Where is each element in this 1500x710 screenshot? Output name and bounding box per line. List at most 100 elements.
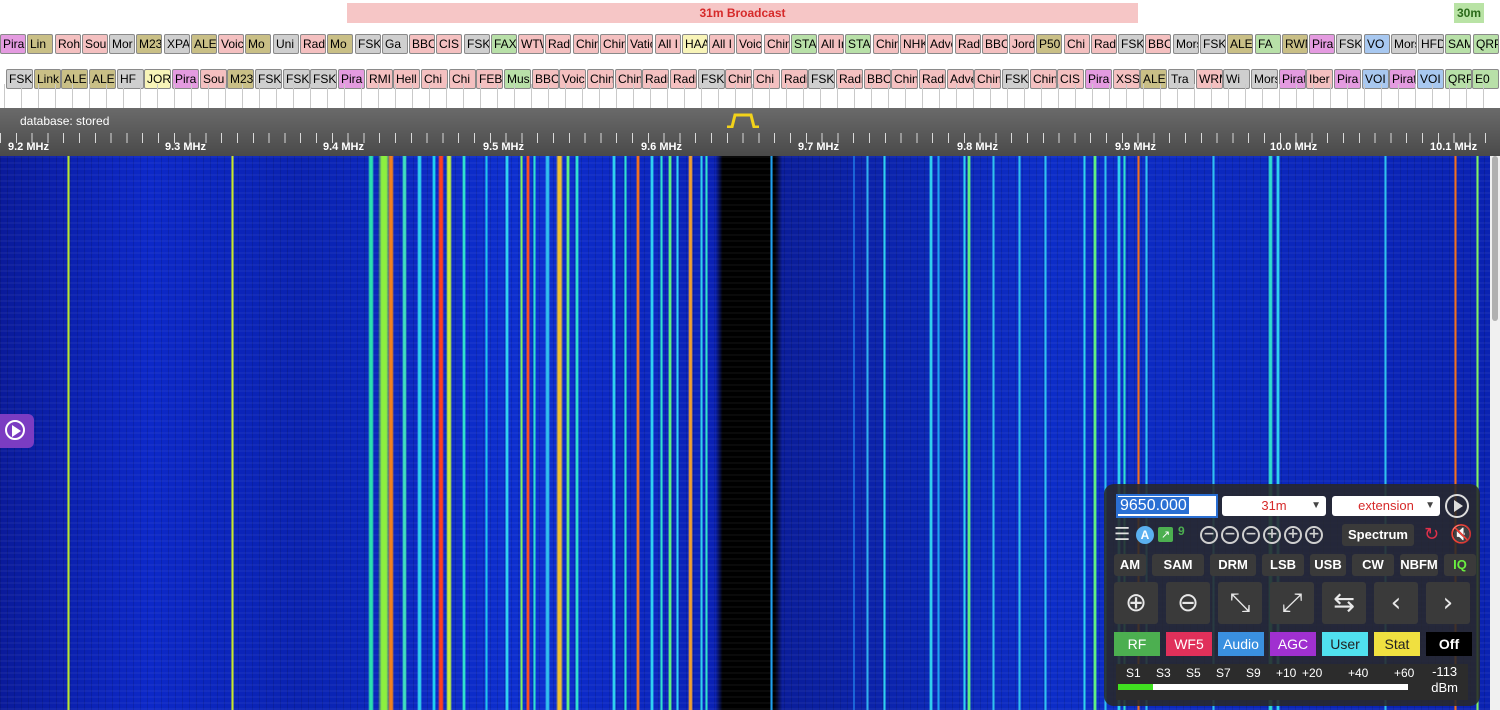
station-label[interactable]: Roh — [55, 34, 81, 54]
station-label[interactable]: HAAR — [682, 34, 708, 54]
passband-icon[interactable] — [726, 112, 760, 128]
zoom-out-magnifier-icon[interactable]: ⊖ — [1166, 582, 1210, 624]
band-bar-31m[interactable]: 31m Broadcast — [347, 3, 1138, 23]
station-label[interactable]: Pira — [1309, 34, 1335, 54]
station-label[interactable]: Radi — [1091, 34, 1117, 54]
station-label[interactable]: NHK — [900, 34, 926, 54]
station-label[interactable]: FA — [1255, 34, 1281, 54]
chevron-right-icon[interactable]: › — [1426, 582, 1470, 624]
station-label[interactable]: Chi — [1064, 34, 1090, 54]
zoom-in-small-icon[interactable]: + — [1263, 526, 1281, 544]
compress-icon[interactable]: ⤡ — [1218, 582, 1262, 624]
station-label[interactable]: P50 — [1036, 34, 1062, 54]
station-label[interactable]: XPA — [164, 34, 190, 54]
station-label[interactable]: China — [873, 34, 899, 54]
tab-agc[interactable]: AGC — [1270, 632, 1316, 656]
band-select[interactable]: 31m ▼ — [1222, 496, 1326, 516]
zoom-out-small-icon[interactable]: − — [1242, 526, 1260, 544]
extension-select[interactable]: extension ▼ — [1332, 496, 1440, 516]
station-label[interactable]: Radi — [300, 34, 326, 54]
station-label[interactable]: Vatic — [627, 34, 653, 54]
station-label[interactable]: FSK — [1336, 34, 1362, 54]
station-label[interactable]: SAM — [1445, 34, 1471, 54]
station-label[interactable]: BBC — [982, 34, 1008, 54]
zoom-in-max-icon[interactable]: + — [1305, 526, 1323, 544]
station-label[interactable]: Radi — [955, 34, 981, 54]
chevron-left-icon[interactable]: ‹ — [1374, 582, 1418, 624]
station-label[interactable]: China — [573, 34, 599, 54]
zoom-in-icon[interactable]: + — [1284, 526, 1302, 544]
refresh-icon[interactable]: ↻ — [1424, 524, 1439, 546]
station-label[interactable]: Voic — [218, 34, 244, 54]
mode-button-iq[interactable]: IQ — [1444, 554, 1476, 576]
station-label[interactable]: Mo — [327, 34, 353, 54]
mode-button-nbfm[interactable]: NBFM — [1400, 554, 1438, 576]
mode-button-sam[interactable]: SAM — [1152, 554, 1204, 576]
station-label[interactable]: Adve — [927, 34, 953, 54]
station-label[interactable]: CIS — [436, 34, 462, 54]
station-label[interactable]: Uni — [273, 34, 299, 54]
station-label[interactable]: Jord — [1009, 34, 1035, 54]
station-label[interactable]: Voice — [736, 34, 762, 54]
mute-icon[interactable]: 🔇 — [1450, 524, 1472, 546]
station-label[interactable]: STA — [791, 34, 817, 54]
station-label[interactable]: ALE — [1227, 34, 1253, 54]
tab-stat[interactable]: Stat — [1374, 632, 1420, 656]
tab-rf[interactable]: RF — [1114, 632, 1160, 656]
station-label[interactable]: VO — [1364, 34, 1390, 54]
station-label[interactable]: WTWW — [518, 34, 544, 54]
station-label[interactable]: All In — [818, 34, 844, 54]
station-label[interactable]: Mors — [1173, 34, 1199, 54]
station-label[interactable]: RWM — [1282, 34, 1308, 54]
scrollbar-thumb[interactable] — [1492, 156, 1498, 321]
station-label[interactable]: China — [600, 34, 626, 54]
station-label[interactable]: QRP — [1473, 34, 1499, 54]
spectrum-button[interactable]: Spectrum — [1342, 524, 1414, 546]
station-label[interactable]: Mo — [245, 34, 271, 54]
menu-icon[interactable]: ☰ — [1114, 524, 1130, 546]
station-label[interactable]: Pira — [0, 34, 26, 54]
station-label[interactable]: Mor — [109, 34, 135, 54]
zoom-out-icon[interactable]: − — [1221, 526, 1239, 544]
station-label[interactable]: All I — [655, 34, 681, 54]
mode-button-drm[interactable]: DRM — [1210, 554, 1256, 576]
play-button[interactable] — [1445, 494, 1469, 518]
expand-icon[interactable]: ⤢ — [1270, 582, 1314, 624]
station-label[interactable]: Chin — [764, 34, 790, 54]
a-badge[interactable]: A — [1136, 526, 1154, 544]
vertical-scrollbar[interactable] — [1490, 156, 1500, 710]
zoom-out-max-icon[interactable]: − — [1200, 526, 1218, 544]
frequency-input[interactable]: 9650.000 — [1116, 494, 1218, 518]
station-label[interactable]: FAX — [491, 34, 517, 54]
station-label[interactable]: BBC — [409, 34, 435, 54]
tab-wf5[interactable]: WF5 — [1166, 632, 1212, 656]
station-label[interactable]: Sour — [82, 34, 108, 54]
station-label[interactable]: HFD — [1418, 34, 1444, 54]
mode-button-usb[interactable]: USB — [1310, 554, 1346, 576]
mode-button-lsb[interactable]: LSB — [1262, 554, 1304, 576]
mode-button-cw[interactable]: CW — [1352, 554, 1394, 576]
band-tag-30m[interactable]: 30m — [1454, 3, 1484, 23]
zoom-in-magnifier-icon[interactable]: ⊕ — [1114, 582, 1158, 624]
tab-user[interactable]: User — [1322, 632, 1368, 656]
station-label[interactable]: STAN — [845, 34, 871, 54]
tab-off[interactable]: Off — [1426, 632, 1472, 656]
play-audio-button[interactable] — [0, 414, 34, 448]
station-label[interactable]: ALE — [191, 34, 217, 54]
mode-button-am[interactable]: AM — [1114, 554, 1146, 576]
station-label[interactable]: M23 — [136, 34, 162, 54]
station-label[interactable]: Lin — [27, 34, 53, 54]
station-label[interactable]: FSK — [1200, 34, 1226, 54]
external-link-icon[interactable]: ↗ — [1158, 527, 1173, 542]
station-label[interactable]: All I — [709, 34, 735, 54]
swap-icon[interactable]: ⇆ — [1322, 582, 1366, 624]
station-label[interactable]: FSK — [1118, 34, 1144, 54]
frequency-scale[interactable]: database: stored 9.2 MHz 9.3 MHz 9.4 MHz 9.… — [0, 108, 1500, 156]
station-label[interactable]: Ga — [382, 34, 408, 54]
station-label[interactable]: BBC — [1145, 34, 1171, 54]
station-label[interactable]: Radi — [545, 34, 571, 54]
station-label[interactable]: Mors — [1391, 34, 1417, 54]
tab-audio[interactable]: Audio — [1218, 632, 1264, 656]
station-label[interactable]: FSK — [464, 34, 490, 54]
station-label[interactable]: FSK — [355, 34, 381, 54]
